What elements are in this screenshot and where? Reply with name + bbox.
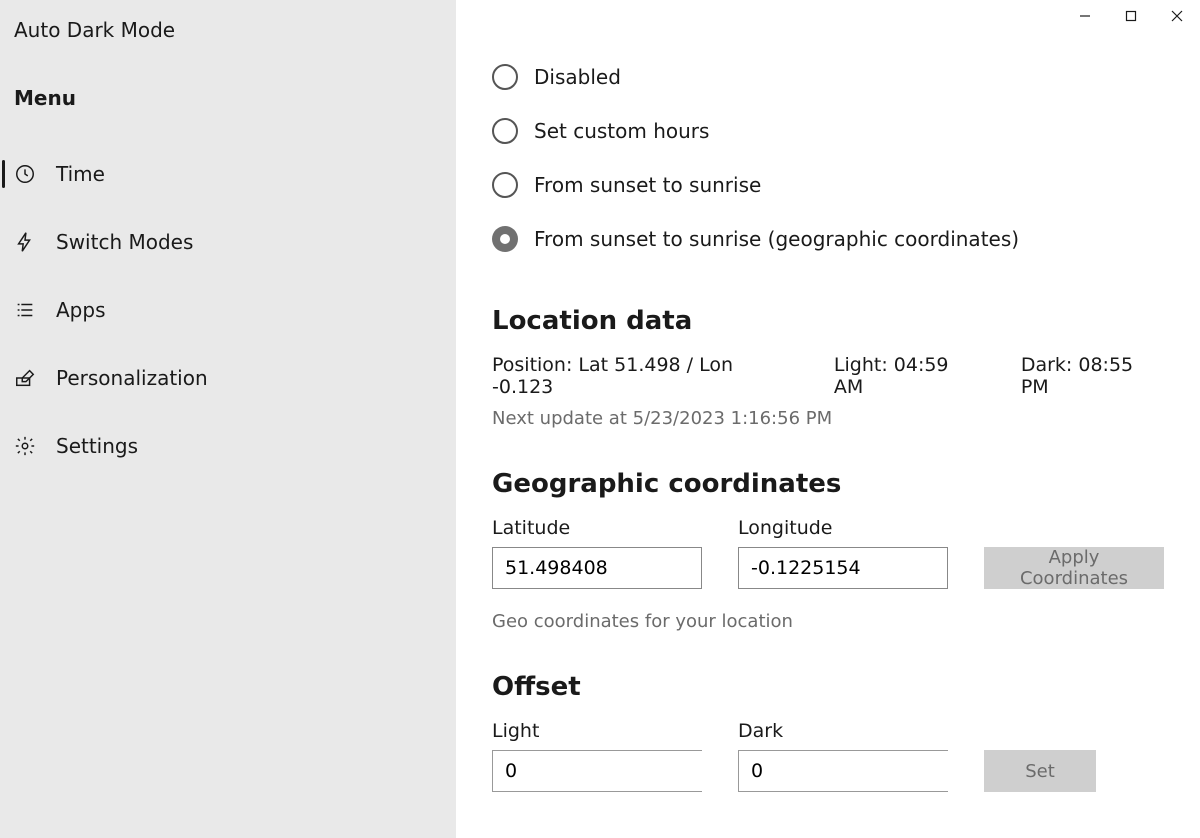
offset-dark-input[interactable] [739, 751, 1006, 791]
app-title: Auto Dark Mode [0, 8, 456, 66]
offset-dark-spinner [738, 750, 948, 792]
location-light: Light: 04:59 AM [834, 354, 981, 398]
sidebar-item-apps[interactable]: Apps [0, 276, 456, 344]
radio-icon[interactable] [492, 226, 518, 252]
apply-coordinates-button[interactable]: Apply Coordinates [984, 547, 1164, 589]
radio-icon[interactable] [492, 64, 518, 90]
location-line: Position: Lat 51.498 / Lon -0.123 Light:… [492, 354, 1164, 398]
sidebar-item-switch-modes[interactable]: Switch Modes [0, 208, 456, 276]
clock-icon [14, 163, 36, 185]
location-dark: Dark: 08:55 PM [1021, 354, 1164, 398]
list-icon [14, 299, 36, 321]
sidebar-item-settings[interactable]: Settings [0, 412, 456, 480]
sidebar-item-time[interactable]: Time [0, 140, 456, 208]
sidebar-item-label: Time [56, 162, 105, 186]
mode-option-sunset[interactable]: From sunset to sunrise [492, 158, 1164, 212]
offset-set-button[interactable]: Set [984, 750, 1096, 792]
coords-help: Geo coordinates for your location [492, 611, 1164, 632]
minimize-button[interactable] [1062, 0, 1108, 32]
radio-label: From sunset to sunrise (geographic coord… [534, 227, 1019, 251]
menu-heading: Menu [0, 66, 456, 140]
longitude-label: Longitude [738, 517, 948, 539]
window-controls [1062, 0, 1200, 32]
location-heading: Location data [492, 306, 1164, 336]
mode-option-custom[interactable]: Set custom hours [492, 104, 1164, 158]
main-content: Disabled Set custom hours From sunset to… [456, 0, 1200, 838]
mode-option-sunset-geo[interactable]: From sunset to sunrise (geographic coord… [492, 212, 1164, 266]
sidebar-item-label: Settings [56, 434, 138, 458]
mode-radio-group: Disabled Set custom hours From sunset to… [492, 50, 1164, 266]
offset-heading: Offset [492, 672, 1164, 702]
gear-icon [14, 435, 36, 457]
mode-option-disabled[interactable]: Disabled [492, 50, 1164, 104]
radio-icon[interactable] [492, 172, 518, 198]
latitude-label: Latitude [492, 517, 702, 539]
radio-label: Disabled [534, 65, 621, 89]
radio-label: From sunset to sunrise [534, 173, 761, 197]
radio-icon[interactable] [492, 118, 518, 144]
bolt-icon [14, 231, 36, 253]
latitude-input[interactable] [492, 547, 702, 589]
longitude-input[interactable] [738, 547, 948, 589]
maximize-button[interactable] [1108, 0, 1154, 32]
paint-icon [14, 367, 36, 389]
sidebar-item-label: Apps [56, 298, 106, 322]
offset-light-input[interactable] [493, 751, 760, 791]
sidebar-item-label: Personalization [56, 366, 208, 390]
sidebar-item-label: Switch Modes [56, 230, 193, 254]
coords-heading: Geographic coordinates [492, 469, 1164, 499]
location-position: Position: Lat 51.498 / Lon -0.123 [492, 354, 794, 398]
radio-label: Set custom hours [534, 119, 709, 143]
sidebar: Auto Dark Mode Menu Time Switch Modes Ap… [0, 0, 456, 838]
location-next-update: Next update at 5/23/2023 1:16:56 PM [492, 408, 1164, 429]
offset-dark-label: Dark [738, 720, 948, 742]
offset-light-label: Light [492, 720, 702, 742]
sidebar-item-personalization[interactable]: Personalization [0, 344, 456, 412]
close-button[interactable] [1154, 0, 1200, 32]
offset-light-spinner [492, 750, 702, 792]
